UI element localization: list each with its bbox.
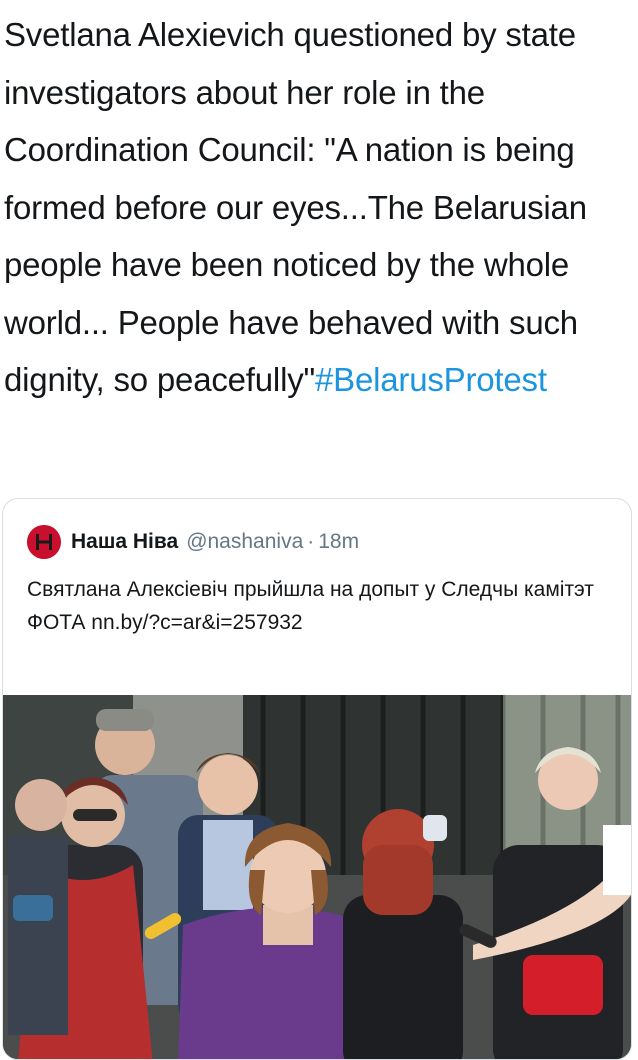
quoted-tweet-text: Святлана Алексіевіч прыйшла на допыт у С…: [27, 578, 594, 634]
tweet-photo[interactable]: [3, 695, 631, 1059]
quoted-tweet-card[interactable]: Наша Ніва @nashaniva · 18m Святлана Алек…: [2, 498, 632, 1060]
tweet-body: Svetlana Alexievich questioned by state …: [4, 16, 587, 398]
display-name[interactable]: Наша Ніва: [71, 530, 178, 554]
quoted-tweet-header: Наша Ніва @nashaniva · 18m: [27, 525, 359, 559]
timestamp[interactable]: 18m: [318, 530, 359, 554]
separator-dot: ·: [307, 530, 315, 553]
user-handle[interactable]: @nashaniva: [186, 530, 303, 554]
crowd-photo: [3, 695, 631, 1059]
hashtag-link[interactable]: #BelarusProtest: [315, 361, 547, 398]
tweet-text: Svetlana Alexievich questioned by state …: [4, 6, 634, 409]
avatar[interactable]: [27, 525, 61, 559]
nasha-niva-logo-icon: [27, 525, 61, 559]
